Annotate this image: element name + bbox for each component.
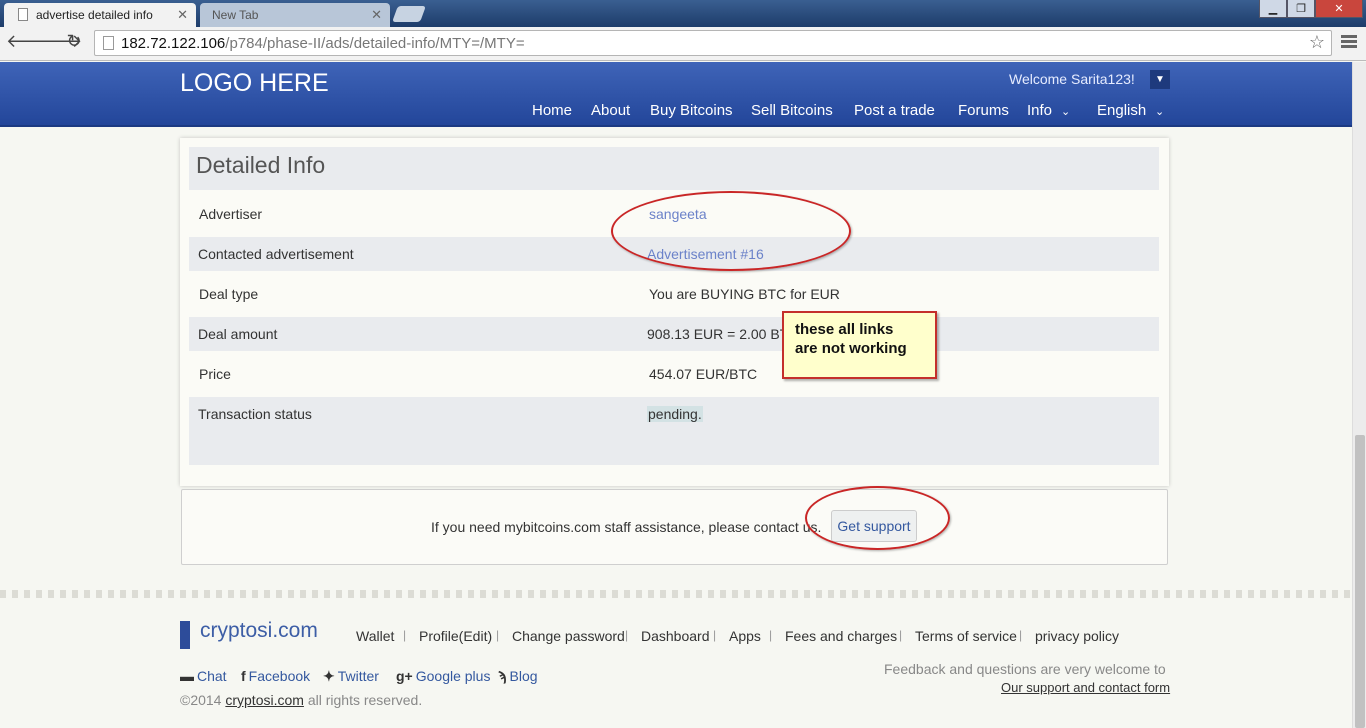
nav-about[interactable]: About bbox=[591, 102, 630, 119]
footer-link-terms[interactable]: Terms of service bbox=[915, 628, 1017, 644]
bookmark-star-icon[interactable]: ☆ bbox=[1309, 32, 1325, 53]
tab-new-tab[interactable]: New Tab ✕ bbox=[200, 3, 390, 27]
copyright: ©2014 cryptosi.com all rights reserved. bbox=[180, 692, 423, 708]
browser-menu-icon[interactable] bbox=[1341, 35, 1357, 50]
browser-tab-bar: advertise detailed info ✕ New Tab ✕ ▁ ❐ … bbox=[0, 0, 1366, 27]
footer-link-apps[interactable]: Apps bbox=[729, 628, 761, 644]
row-label: Deal amount bbox=[198, 326, 278, 342]
close-window-button[interactable]: ✕ bbox=[1315, 0, 1363, 18]
row-value: 908.13 EUR = 2.00 BTC bbox=[647, 326, 799, 342]
close-tab-icon[interactable]: ✕ bbox=[177, 7, 188, 23]
row-label: Transaction status bbox=[198, 406, 312, 422]
panel-title: Detailed Info bbox=[196, 152, 326, 178]
support-box: If you need mybitcoins.com staff assista… bbox=[181, 489, 1168, 565]
url-text[interactable]: 182.72.122.106/p784/phase-II/ads/detaile… bbox=[121, 35, 525, 52]
info-row-transaction-status: Transaction status pending. bbox=[189, 397, 1159, 465]
note-line: are not working bbox=[795, 340, 907, 357]
info-row-price: Price 454.07 EUR/BTC bbox=[189, 357, 1159, 391]
annotation-note: these all links are not working bbox=[782, 311, 937, 379]
footer-brand-bar bbox=[180, 621, 190, 649]
footer-link-wallet[interactable]: Wallet bbox=[356, 628, 394, 644]
reload-icon[interactable]: ↻ bbox=[63, 31, 85, 52]
social-google-plus[interactable]: g+ Google plus bbox=[396, 668, 490, 684]
nav-buy-bitcoins[interactable]: Buy Bitcoins bbox=[650, 102, 733, 119]
row-label: Price bbox=[199, 366, 231, 382]
row-label: Advertiser bbox=[199, 206, 263, 222]
maximize-button[interactable]: ❐ bbox=[1287, 0, 1315, 18]
annotation-ellipse bbox=[611, 191, 851, 271]
footer-separator: | bbox=[625, 628, 629, 642]
panel-header: Detailed Info bbox=[189, 147, 1159, 190]
page-icon bbox=[18, 8, 28, 21]
facebook-icon: f bbox=[241, 668, 246, 684]
chat-icon: ▬ bbox=[180, 668, 194, 684]
social-facebook[interactable]: f Facebook bbox=[241, 668, 310, 684]
nav-sell-bitcoins[interactable]: Sell Bitcoins bbox=[751, 102, 833, 119]
nav-post-a-trade[interactable]: Post a trade bbox=[854, 102, 935, 119]
browser-toolbar: 🡐 🡒 ↻ 182.72.122.106/p784/phase-II/ads/d… bbox=[0, 27, 1366, 61]
footer-separator: | bbox=[496, 628, 500, 642]
tab-title: advertise detailed info bbox=[36, 8, 153, 22]
user-menu-chevron-down-icon[interactable]: ▼ bbox=[1150, 70, 1170, 89]
welcome-text: Welcome Sarita123! bbox=[1009, 71, 1135, 87]
info-row-deal-type: Deal type You are BUYING BTC for EUR bbox=[189, 277, 1159, 311]
twitter-icon: ✦ bbox=[323, 668, 335, 684]
nav-language[interactable]: English bbox=[1097, 102, 1146, 119]
social-chat[interactable]: ▬ Chat bbox=[180, 668, 227, 684]
minimize-button[interactable]: ▁ bbox=[1259, 0, 1287, 18]
note-line: these all links bbox=[795, 321, 894, 338]
language-chevron-down-icon[interactable]: ⌄ bbox=[1155, 105, 1164, 118]
footer-link-change-password[interactable]: Change password bbox=[512, 628, 625, 644]
footer-brand[interactable]: cryptosi.com bbox=[200, 619, 318, 643]
social-blog[interactable]: ϡ Blog bbox=[498, 668, 538, 684]
status-value: pending. bbox=[647, 406, 703, 422]
forward-icon[interactable]: 🡒 bbox=[34, 31, 82, 52]
row-value: You are BUYING BTC for EUR bbox=[649, 286, 840, 302]
close-tab-icon[interactable]: ✕ bbox=[371, 7, 382, 23]
footer-link-profile[interactable]: Profile(Edit) bbox=[419, 628, 492, 644]
footer-link-dashboard[interactable]: Dashboard bbox=[641, 628, 710, 644]
row-label: Deal type bbox=[199, 286, 259, 302]
footer-link-privacy[interactable]: privacy policy bbox=[1035, 628, 1119, 644]
footer-separator: | bbox=[769, 628, 773, 642]
footer-divider bbox=[0, 590, 1352, 598]
nav-info[interactable]: Info bbox=[1027, 102, 1052, 119]
site-header: LOGO HERE Welcome Sarita123! ▼ Home Abou… bbox=[0, 62, 1352, 127]
rss-icon: ϡ bbox=[498, 668, 507, 684]
footer-separator: | bbox=[403, 628, 407, 642]
footer-separator: | bbox=[1019, 628, 1023, 642]
footer-link-fees[interactable]: Fees and charges bbox=[785, 628, 897, 644]
social-twitter[interactable]: ✦ Twitter bbox=[323, 668, 379, 685]
support-text: If you need mybitcoins.com staff assista… bbox=[431, 519, 822, 535]
back-icon[interactable]: 🡐 bbox=[6, 31, 54, 52]
footer-separator: | bbox=[899, 628, 903, 642]
row-label: Contacted advertisement bbox=[198, 246, 354, 262]
row-value: 454.07 EUR/BTC bbox=[649, 366, 758, 382]
site-logo[interactable]: LOGO HERE bbox=[180, 69, 329, 98]
new-tab-button[interactable] bbox=[392, 6, 426, 22]
support-contact-link[interactable]: Our support and contact form bbox=[1001, 680, 1170, 695]
address-bar[interactable]: 182.72.122.106/p784/phase-II/ads/detaile… bbox=[94, 30, 1332, 56]
nav-home[interactable]: Home bbox=[532, 102, 572, 119]
info-chevron-down-icon[interactable]: ⌄ bbox=[1061, 105, 1070, 118]
detailed-info-panel: Detailed Info Advertiser sangeeta Contac… bbox=[180, 138, 1169, 486]
tab-active[interactable]: advertise detailed info ✕ bbox=[4, 3, 196, 27]
annotation-ellipse bbox=[805, 486, 950, 550]
footer-separator: | bbox=[713, 628, 717, 642]
feedback-text: Feedback and questions are very welcome … bbox=[884, 661, 1166, 677]
nav-forums[interactable]: Forums bbox=[958, 102, 1009, 119]
copyright-brand-link[interactable]: cryptosi.com bbox=[225, 692, 304, 708]
tab-title: New Tab bbox=[212, 8, 259, 22]
page-scrollbar[interactable] bbox=[1352, 62, 1366, 728]
scrollbar-thumb[interactable] bbox=[1355, 435, 1365, 728]
page-icon bbox=[103, 36, 114, 50]
info-row-deal-amount: Deal amount 908.13 EUR = 2.00 BTC bbox=[189, 317, 1159, 351]
google-plus-icon: g+ bbox=[396, 668, 413, 684]
